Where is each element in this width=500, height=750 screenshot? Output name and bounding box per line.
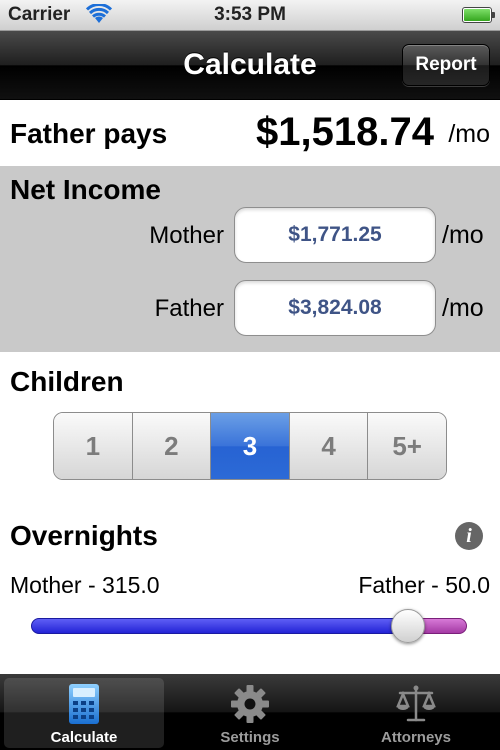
tab-attorneys[interactable]: Attorneys <box>336 678 496 748</box>
tab-calculate-label: Calculate <box>50 729 118 746</box>
mother-income-field[interactable]: $1,771.25 <box>234 207 436 263</box>
calculator-icon <box>69 684 99 724</box>
tab-attorneys-label: Attorneys <box>380 729 451 746</box>
net-income-section: Net Income Mother $1,771.25 /mo Father $… <box>0 166 500 352</box>
battery-icon <box>462 7 495 23</box>
status-time: 3:53 PM <box>214 4 286 25</box>
father-income-label: Father <box>154 295 224 322</box>
tab-settings[interactable]: Settings <box>170 678 330 748</box>
payer-label: Father pays <box>10 118 168 149</box>
payment-summary: Father pays $1,518.74 /mo <box>0 100 500 166</box>
children-title: Children <box>10 366 124 397</box>
navigation-bar: Calculate Report <box>0 31 500 100</box>
father-overnights-label: Father - 50.0 <box>358 572 490 598</box>
payment-unit: /mo <box>448 120 490 148</box>
tab-calculate[interactable]: Calculate <box>4 678 164 748</box>
gear-icon <box>231 685 269 723</box>
tab-settings-label: Settings <box>220 729 280 746</box>
slider-track-mother <box>31 618 408 634</box>
status-bar: Carrier 3:53 PM <box>0 0 500 31</box>
father-income-unit: /mo <box>442 294 484 322</box>
scales-icon <box>396 685 436 722</box>
children-option-3[interactable]: 3 <box>211 413 290 479</box>
info-icon[interactable]: i <box>455 522 483 550</box>
children-option-1[interactable]: 1 <box>54 413 133 479</box>
children-option-5-plus[interactable]: 5+ <box>368 413 446 479</box>
children-segmented-control: 1 2 3 4 5+ <box>53 412 447 480</box>
tab-bar: Calculate Settings Attorneys <box>0 674 500 750</box>
children-option-2[interactable]: 2 <box>132 413 212 479</box>
payment-amount: $1,518.74 <box>256 110 434 154</box>
overnights-slider[interactable] <box>31 609 467 643</box>
children-option-4[interactable]: 4 <box>289 413 369 479</box>
father-income-field[interactable]: $3,824.08 <box>234 280 436 336</box>
overnights-title: Overnights <box>10 520 158 551</box>
mother-overnights-label: Mother - 315.0 <box>10 572 160 598</box>
net-income-title: Net Income <box>10 174 161 205</box>
slider-thumb[interactable] <box>391 609 426 643</box>
report-button[interactable]: Report <box>402 44 490 86</box>
mother-income-label: Mother <box>149 222 224 249</box>
mother-income-unit: /mo <box>442 221 484 249</box>
